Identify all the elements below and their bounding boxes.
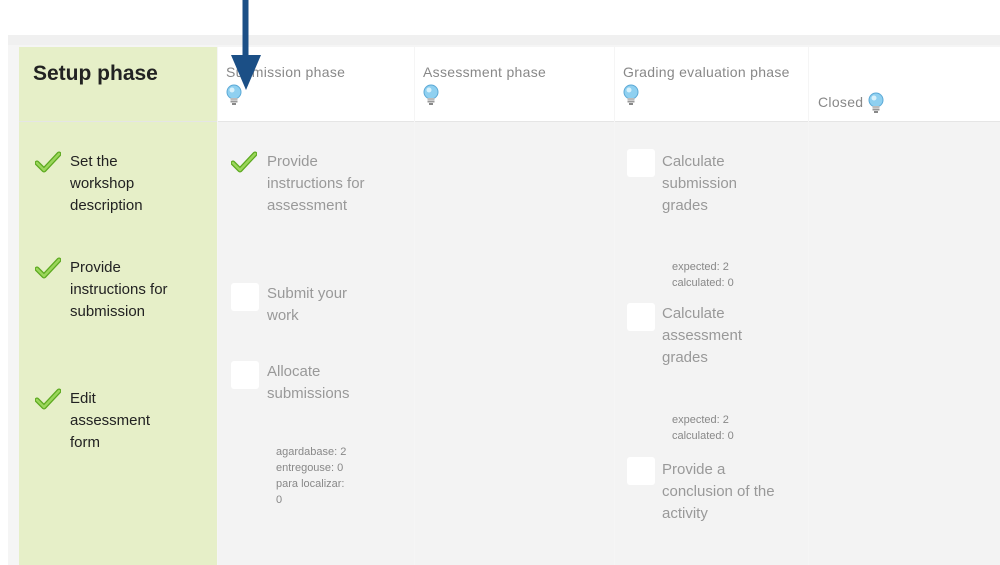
task-label: Allocate submissions: [267, 363, 350, 402]
planner-top-strip: [8, 35, 1000, 45]
task-status-box: [627, 303, 655, 331]
allocation-info: agardabase: 2 entregouse: 0 para localiz…: [276, 446, 347, 506]
phase-submission: Submission phase Provide instructions fo…: [218, 47, 414, 565]
task-label: Provide a conclusion of the activity: [662, 461, 775, 522]
task-label: Provide instructions for submission: [70, 259, 168, 320]
task-calculate-submission-grades[interactable]: Calculate submission grades: [662, 151, 782, 217]
phase-assessment-header[interactable]: Assessment phase: [415, 47, 614, 122]
task-provide-instructions-for-submission[interactable]: Provide instructions for submission: [70, 257, 180, 323]
task-label: Edit assessment form: [70, 390, 151, 451]
phase-closed: Closed: [809, 47, 1000, 565]
task-label: Calculate submission grades: [662, 153, 738, 214]
phase-assessment: Assessment phase: [415, 47, 614, 565]
lightbulb-icon[interactable]: [423, 84, 439, 106]
check-icon: [35, 257, 61, 279]
task-status-box: [627, 149, 655, 177]
check-icon: [231, 151, 257, 173]
task-edit-assessment-form[interactable]: Edit assessment form: [70, 388, 180, 454]
lightbulb-icon[interactable]: [623, 84, 639, 106]
task-submit-your-work[interactable]: Submit your work: [267, 283, 377, 327]
task-status-box: [231, 361, 259, 389]
lightbulb-icon[interactable]: [868, 92, 884, 114]
phase-grading-title[interactable]: Grading evaluation phase: [623, 61, 803, 106]
task-allocate-submissions[interactable]: Allocate submissions: [267, 361, 382, 405]
task-label: Provide instructions for assessment: [267, 153, 365, 214]
phase-assessment-title[interactable]: Assessment phase: [423, 61, 546, 106]
task-provide-instructions-for-assessment[interactable]: Provide instructions for assessment: [267, 151, 377, 217]
submission-grades-info: expected: 2 calculated: 0: [672, 261, 734, 289]
check-icon: [35, 151, 61, 173]
task-set-workshop-description[interactable]: Set the workshop description: [70, 151, 180, 217]
phase-grading-evaluation: Grading evaluation phase Calculate submi…: [615, 47, 808, 565]
phase-grading-header[interactable]: Grading evaluation phase: [615, 47, 808, 122]
task-provide-conclusion[interactable]: Provide a conclusion of the activity: [662, 459, 787, 525]
phase-setup-header: Setup phase: [19, 47, 217, 122]
workshop-planner: Setup phase Set the workshop description…: [8, 35, 1000, 565]
task-status-box: [627, 457, 655, 485]
task-status-box: [231, 283, 259, 311]
task-calculate-assessment-grades[interactable]: Calculate assessment grades: [662, 303, 782, 369]
task-label: Set the workshop description: [70, 153, 143, 214]
phase-closed-title[interactable]: Closed: [818, 91, 884, 114]
phase-closed-header[interactable]: Closed: [809, 47, 1000, 122]
check-icon: [35, 388, 61, 410]
task-label: Calculate assessment grades: [662, 305, 743, 366]
phase-setup: Setup phase Set the workshop description…: [19, 47, 217, 565]
down-arrow-icon: [231, 0, 261, 90]
assessment-grades-info: expected: 2 calculated: 0: [672, 414, 734, 442]
phase-setup-title: Setup phase: [33, 62, 158, 85]
task-label: Submit your work: [267, 285, 348, 324]
